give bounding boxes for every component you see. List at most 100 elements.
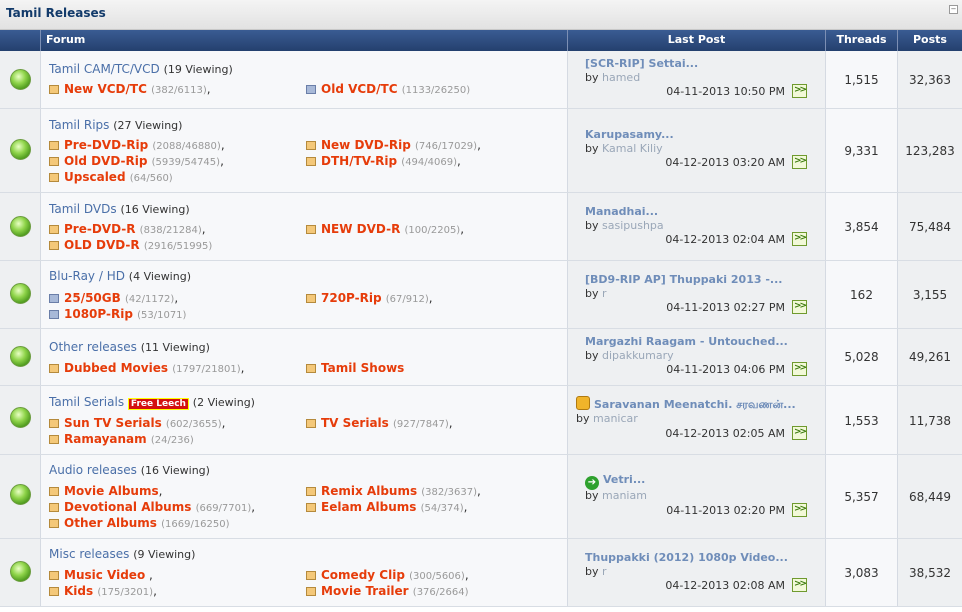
subforum-link[interactable]: Sun TV Serials xyxy=(64,416,162,430)
category-title[interactable]: Tamil Releases xyxy=(6,6,106,20)
last-post-time: 10:50 PM xyxy=(733,85,785,98)
by-label: by xyxy=(585,565,599,578)
subforum-link[interactable]: New VCD/TC xyxy=(64,82,147,96)
forum-title[interactable]: Tamil Serials xyxy=(49,395,124,409)
last-post-user[interactable]: maniam xyxy=(602,489,647,502)
subforum-link[interactable]: Eelam Albums xyxy=(321,500,416,514)
last-post-user[interactable]: r xyxy=(602,287,607,300)
by-label: by xyxy=(585,287,599,300)
subforum-link[interactable]: NEW DVD-R xyxy=(321,222,400,236)
subforum-count: (1133/26250) xyxy=(401,85,471,96)
last-post-title[interactable]: Margazhi Raagam - Untouched... xyxy=(585,335,788,348)
subforum-link[interactable]: DTH/TV-Rip xyxy=(321,154,397,168)
go-to-last-post-icon[interactable]: >> xyxy=(792,84,807,98)
viewing-count: (16 Viewing) xyxy=(120,203,190,216)
separator: , xyxy=(220,154,224,168)
last-post-user[interactable]: hamed xyxy=(602,71,640,84)
subforum-icon xyxy=(306,419,316,428)
subforum-count: (494/4069) xyxy=(401,157,458,168)
post-count: 49,261 xyxy=(909,350,951,364)
subforum-count: (24/236) xyxy=(150,435,194,446)
go-to-last-post-icon[interactable]: >> xyxy=(792,155,807,169)
subforum-link[interactable]: 1080P-Rip xyxy=(64,307,133,321)
subforum-icon xyxy=(306,487,316,496)
thread-count: 1,553 xyxy=(844,414,879,428)
forum-title[interactable]: Audio releases xyxy=(49,463,137,477)
subforum-link[interactable]: OLD DVD-R xyxy=(64,238,140,252)
separator: , xyxy=(145,568,153,582)
subforum-link[interactable]: Devotional Albums xyxy=(64,500,191,514)
subforum-count: (1797/21801) xyxy=(172,364,241,375)
subforum-link[interactable]: Pre-DVD-R xyxy=(64,222,135,236)
subforum-icon xyxy=(49,157,59,166)
subforum-link[interactable]: Kids xyxy=(64,584,93,598)
go-to-last-post-icon[interactable]: >> xyxy=(792,362,807,376)
go-to-last-post-icon[interactable]: >> xyxy=(792,578,807,592)
go-to-last-post-icon[interactable]: >> xyxy=(792,426,807,440)
subforum-icon xyxy=(49,310,59,319)
collapse-icon[interactable]: − xyxy=(949,5,958,14)
forum-title[interactable]: Misc releases xyxy=(49,547,129,561)
forum-row: Other releases (11 Viewing) Dubbed Movie… xyxy=(0,329,962,386)
separator: , xyxy=(457,154,461,168)
subforum-link[interactable]: Pre-DVD-Rip xyxy=(64,138,148,152)
last-post-user[interactable]: dipakkumary xyxy=(602,349,674,362)
subforum-icon xyxy=(306,157,316,166)
separator: , xyxy=(464,568,469,582)
separator: , xyxy=(477,484,481,498)
last-post-user[interactable]: r xyxy=(602,565,607,578)
subforum-link[interactable]: Upscaled xyxy=(64,170,126,184)
subforum-link[interactable]: New DVD-Rip xyxy=(321,138,411,152)
by-label: by xyxy=(576,412,590,425)
subforum-count: (2916/51995) xyxy=(143,241,213,252)
go-to-last-post-icon[interactable]: >> xyxy=(792,503,807,517)
last-post-title[interactable]: Manadhai... xyxy=(585,205,658,218)
subforum-icon xyxy=(49,225,59,234)
subforum-link[interactable]: Old DVD-Rip xyxy=(64,154,147,168)
last-post-time: 02:05 AM xyxy=(732,427,785,440)
subforum-link[interactable]: Comedy Clip xyxy=(321,568,405,582)
forum-title[interactable]: Other releases xyxy=(49,340,137,354)
subforum-count: (42/1172) xyxy=(124,294,175,305)
forum-title[interactable]: Tamil DVDs xyxy=(49,202,117,216)
subforum-count: (2088/46880) xyxy=(152,141,221,152)
last-post-user[interactable]: Kamal Kiliy xyxy=(602,142,663,155)
separator: , xyxy=(174,291,179,305)
subforum-link[interactable]: Tamil Shows xyxy=(321,361,404,375)
col-icon xyxy=(0,30,40,51)
last-post-title[interactable]: Karupasamy... xyxy=(585,128,674,141)
last-post-user[interactable]: sasipushpa xyxy=(602,219,664,232)
subforum-link[interactable]: 720P-Rip xyxy=(321,291,382,305)
col-forum: Forum xyxy=(40,30,567,51)
subforum-link[interactable]: Movie Albums xyxy=(64,484,159,498)
last-post-title[interactable]: [BD9-RIP AP] Thuppaki 2013 -... xyxy=(585,273,782,286)
subforum-link[interactable]: Remix Albums xyxy=(321,484,417,498)
go-to-last-post-icon[interactable]: >> xyxy=(792,300,807,314)
forum-title[interactable]: Blu-Ray / HD xyxy=(49,269,125,283)
forum-title[interactable]: Tamil Rips xyxy=(49,118,109,132)
subforum-link[interactable]: Old VCD/TC xyxy=(321,82,398,96)
subforum-icon xyxy=(306,503,316,512)
subforum-link[interactable]: Music Video xyxy=(64,568,145,582)
last-post-title[interactable]: [SCR-RIP] Settai... xyxy=(585,57,698,70)
subforum-link[interactable]: Other Albums xyxy=(64,516,157,530)
subforum-link[interactable]: Ramayanam xyxy=(64,432,147,446)
subforum-link[interactable]: TV Serials xyxy=(321,416,389,430)
last-post-title[interactable]: Saravanan Meenatchi. சரவணன்... xyxy=(594,398,796,411)
subforum-icon xyxy=(306,85,316,94)
separator: , xyxy=(221,416,226,430)
forum-row: Blu-Ray / HD (4 Viewing) 25/50GB (42/117… xyxy=(0,261,962,329)
by-label: by xyxy=(585,489,599,502)
viewing-count: (4 Viewing) xyxy=(128,270,191,283)
last-post-date: 04-11-2013 xyxy=(666,85,731,98)
last-post-title[interactable]: Vetri... xyxy=(603,473,645,486)
go-to-last-post-icon[interactable]: >> xyxy=(792,232,807,246)
subforum-link[interactable]: Movie Trailer xyxy=(321,584,409,598)
forum-row: Tamil Serials Free Leech (2 Viewing) Sun… xyxy=(0,386,962,455)
subforum-icon xyxy=(49,141,59,150)
subforum-link[interactable]: Dubbed Movies xyxy=(64,361,168,375)
last-post-title[interactable]: Thuppakki (2012) 1080p Video... xyxy=(585,551,788,564)
last-post-user[interactable]: manicar xyxy=(593,412,638,425)
forum-title[interactable]: Tamil CAM/TC/VCD xyxy=(49,62,160,76)
subforum-link[interactable]: 25/50GB xyxy=(64,291,121,305)
